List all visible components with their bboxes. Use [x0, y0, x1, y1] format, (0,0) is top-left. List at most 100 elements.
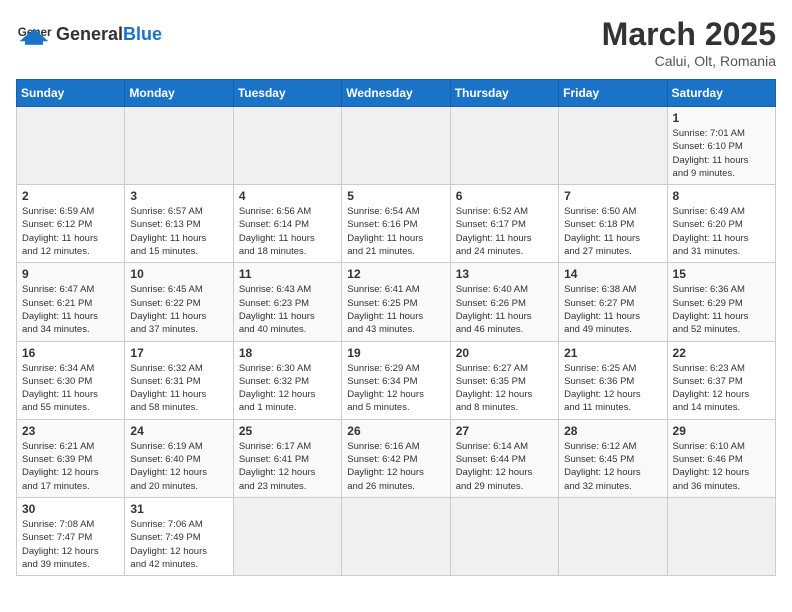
- day-info: Sunrise: 6:36 AM Sunset: 6:29 PM Dayligh…: [673, 283, 770, 336]
- calendar-cell: 27 Sunrise: 6:14 AM Sunset: 6:44 PM Dayli…: [450, 419, 558, 497]
- day-number: 18: [239, 346, 336, 360]
- calendar-cell: 28Sunrise: 6:12 AM Sunset: 6:45 PM Dayli…: [559, 419, 667, 497]
- calendar-cell: 5 Sunrise: 6:54 AM Sunset: 6:16 PM Daylig…: [342, 185, 450, 263]
- day-header-wednesday: Wednesday: [342, 80, 450, 107]
- day-info: Sunrise: 6:45 AM Sunset: 6:22 PM Dayligh…: [130, 283, 227, 336]
- calendar-table: SundayMondayTuesdayWednesdayThursdayFrid…: [16, 79, 776, 576]
- day-number: 7: [564, 189, 661, 203]
- day-number: 10: [130, 267, 227, 281]
- calendar-cell: 26Sunrise: 6:16 AM Sunset: 6:42 PM Dayli…: [342, 419, 450, 497]
- day-header-friday: Friday: [559, 80, 667, 107]
- day-number: 21: [564, 346, 661, 360]
- calendar-cell: 8 Sunrise: 6:49 AM Sunset: 6:20 PM Daylig…: [667, 185, 775, 263]
- day-number: 31: [130, 502, 227, 516]
- calendar-cell: 4 Sunrise: 6:56 AM Sunset: 6:14 PM Daylig…: [233, 185, 341, 263]
- day-info: Sunrise: 6:50 AM Sunset: 6:18 PM Dayligh…: [564, 205, 661, 258]
- day-info: Sunrise: 6:49 AM Sunset: 6:20 PM Dayligh…: [673, 205, 770, 258]
- logo: General GeneralBlue: [16, 16, 162, 52]
- day-info: Sunrise: 6:27 AM Sunset: 6:35 PM Dayligh…: [456, 362, 553, 415]
- day-info: Sunrise: 6:54 AM Sunset: 6:16 PM Dayligh…: [347, 205, 444, 258]
- day-number: 13: [456, 267, 553, 281]
- calendar-cell: 20Sunrise: 6:27 AM Sunset: 6:35 PM Dayli…: [450, 341, 558, 419]
- day-number: 6: [456, 189, 553, 203]
- day-number: 15: [673, 267, 770, 281]
- day-number: 8: [673, 189, 770, 203]
- calendar-week-3: 9 Sunrise: 6:47 AM Sunset: 6:21 PM Daylig…: [17, 263, 776, 341]
- calendar-cell: 7 Sunrise: 6:50 AM Sunset: 6:18 PM Daylig…: [559, 185, 667, 263]
- logo-icon: General: [16, 16, 52, 52]
- day-number: 12: [347, 267, 444, 281]
- day-info: Sunrise: 6:14 AM Sunset: 6:44 PM Dayligh…: [456, 440, 553, 493]
- day-number: 2: [22, 189, 119, 203]
- calendar-week-4: 16Sunrise: 6:34 AM Sunset: 6:30 PM Dayli…: [17, 341, 776, 419]
- calendar-cell: 22Sunrise: 6:23 AM Sunset: 6:37 PM Dayli…: [667, 341, 775, 419]
- calendar-cell: 13Sunrise: 6:40 AM Sunset: 6:26 PM Dayli…: [450, 263, 558, 341]
- day-number: 1: [673, 111, 770, 125]
- calendar-cell: 19 Sunrise: 6:29 AM Sunset: 6:34 PM Dayli…: [342, 341, 450, 419]
- day-number: 4: [239, 189, 336, 203]
- day-info: Sunrise: 6:30 AM Sunset: 6:32 PM Dayligh…: [239, 362, 336, 415]
- calendar-cell: 30Sunrise: 7:08 AM Sunset: 7:47 PM Dayli…: [17, 497, 125, 575]
- calendar-cell: [667, 497, 775, 575]
- day-number: 25: [239, 424, 336, 438]
- day-number: 27: [456, 424, 553, 438]
- calendar-cell: 3Sunrise: 6:57 AM Sunset: 6:13 PM Daylig…: [125, 185, 233, 263]
- day-info: Sunrise: 7:06 AM Sunset: 7:49 PM Dayligh…: [130, 518, 227, 571]
- day-header-thursday: Thursday: [450, 80, 558, 107]
- calendar-cell: 18 Sunrise: 6:30 AM Sunset: 6:32 PM Dayli…: [233, 341, 341, 419]
- day-info: Sunrise: 6:57 AM Sunset: 6:13 PM Dayligh…: [130, 205, 227, 258]
- calendar-cell: 6 Sunrise: 6:52 AM Sunset: 6:17 PM Daylig…: [450, 185, 558, 263]
- month-title: March 2025: [602, 16, 776, 53]
- calendar-cell: [450, 107, 558, 185]
- calendar-cell: [559, 497, 667, 575]
- day-info: Sunrise: 6:17 AM Sunset: 6:41 PM Dayligh…: [239, 440, 336, 493]
- day-info: Sunrise: 6:43 AM Sunset: 6:23 PM Dayligh…: [239, 283, 336, 336]
- day-info: Sunrise: 6:41 AM Sunset: 6:25 PM Dayligh…: [347, 283, 444, 336]
- calendar-week-6: 30Sunrise: 7:08 AM Sunset: 7:47 PM Dayli…: [17, 497, 776, 575]
- calendar-cell: 2 Sunrise: 6:59 AM Sunset: 6:12 PM Daylig…: [17, 185, 125, 263]
- day-info: Sunrise: 6:21 AM Sunset: 6:39 PM Dayligh…: [22, 440, 119, 493]
- day-info: Sunrise: 7:01 AM Sunset: 6:10 PM Dayligh…: [673, 127, 770, 180]
- calendar-cell: 15 Sunrise: 6:36 AM Sunset: 6:29 PM Dayli…: [667, 263, 775, 341]
- calendar-cell: 31 Sunrise: 7:06 AM Sunset: 7:49 PM Dayli…: [125, 497, 233, 575]
- day-number: 14: [564, 267, 661, 281]
- day-info: Sunrise: 6:29 AM Sunset: 6:34 PM Dayligh…: [347, 362, 444, 415]
- title-block: March 2025 Calui, Olt, Romania: [602, 16, 776, 69]
- calendar-cell: [233, 107, 341, 185]
- calendar-cell: 17 Sunrise: 6:32 AM Sunset: 6:31 PM Dayli…: [125, 341, 233, 419]
- day-info: Sunrise: 6:56 AM Sunset: 6:14 PM Dayligh…: [239, 205, 336, 258]
- day-number: 11: [239, 267, 336, 281]
- calendar-cell: 12 Sunrise: 6:41 AM Sunset: 6:25 PM Dayli…: [342, 263, 450, 341]
- day-info: Sunrise: 6:19 AM Sunset: 6:40 PM Dayligh…: [130, 440, 227, 493]
- calendar-cell: [559, 107, 667, 185]
- calendar-cell: 11 Sunrise: 6:43 AM Sunset: 6:23 PM Dayli…: [233, 263, 341, 341]
- day-number: 17: [130, 346, 227, 360]
- day-info: Sunrise: 6:16 AM Sunset: 6:42 PM Dayligh…: [347, 440, 444, 493]
- day-number: 16: [22, 346, 119, 360]
- calendar-week-2: 2 Sunrise: 6:59 AM Sunset: 6:12 PM Daylig…: [17, 185, 776, 263]
- day-header-monday: Monday: [125, 80, 233, 107]
- calendar-cell: 9 Sunrise: 6:47 AM Sunset: 6:21 PM Daylig…: [17, 263, 125, 341]
- day-info: Sunrise: 6:32 AM Sunset: 6:31 PM Dayligh…: [130, 362, 227, 415]
- calendar-week-5: 23Sunrise: 6:21 AM Sunset: 6:39 PM Dayli…: [17, 419, 776, 497]
- day-number: 9: [22, 267, 119, 281]
- day-info: Sunrise: 6:59 AM Sunset: 6:12 PM Dayligh…: [22, 205, 119, 258]
- location: Calui, Olt, Romania: [602, 53, 776, 69]
- calendar-cell: 29Sunrise: 6:10 AM Sunset: 6:46 PM Dayli…: [667, 419, 775, 497]
- day-number: 22: [673, 346, 770, 360]
- calendar-cell: [450, 497, 558, 575]
- day-info: Sunrise: 6:52 AM Sunset: 6:17 PM Dayligh…: [456, 205, 553, 258]
- day-number: 5: [347, 189, 444, 203]
- day-info: Sunrise: 6:25 AM Sunset: 6:36 PM Dayligh…: [564, 362, 661, 415]
- logo-text: GeneralBlue: [56, 24, 162, 45]
- page-header: General GeneralBlue March 2025 Calui, Ol…: [16, 16, 776, 69]
- day-info: Sunrise: 6:10 AM Sunset: 6:46 PM Dayligh…: [673, 440, 770, 493]
- calendar-cell: [125, 107, 233, 185]
- calendar-cell: 25 Sunrise: 6:17 AM Sunset: 6:41 PM Dayli…: [233, 419, 341, 497]
- day-number: 19: [347, 346, 444, 360]
- day-info: Sunrise: 6:38 AM Sunset: 6:27 PM Dayligh…: [564, 283, 661, 336]
- day-info: Sunrise: 6:47 AM Sunset: 6:21 PM Dayligh…: [22, 283, 119, 336]
- day-number: 28: [564, 424, 661, 438]
- day-header-sunday: Sunday: [17, 80, 125, 107]
- calendar-cell: 14 Sunrise: 6:38 AM Sunset: 6:27 PM Dayli…: [559, 263, 667, 341]
